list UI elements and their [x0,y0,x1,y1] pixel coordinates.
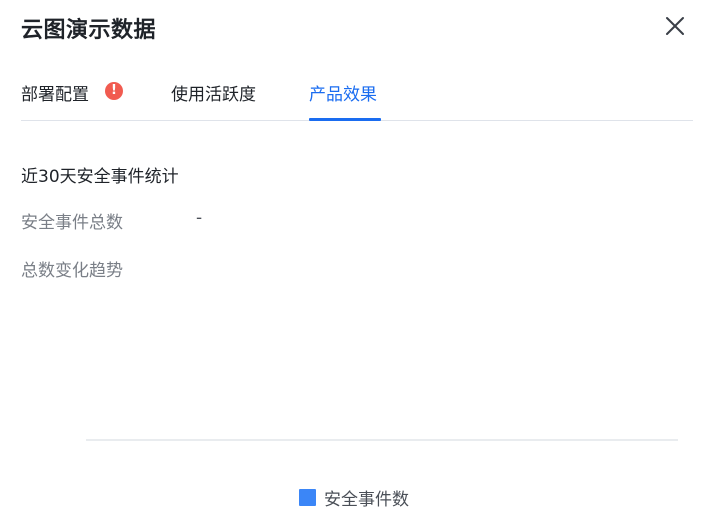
total-events-value: - [196,208,203,228]
total-events-label: 安全事件总数 [21,213,123,233]
tab-product-effect[interactable]: 产品效果 [309,80,377,105]
tab-label: 使用活跃度 [171,85,256,105]
trend-label: 总数变化趋势 [21,261,123,281]
legend-label: 安全事件数 [324,489,409,510]
tab-label: 产品效果 [309,85,377,105]
close-icon [666,17,684,35]
tab-usage-activity[interactable]: 使用活跃度 [171,80,256,105]
exclamation-icon: ! [105,82,123,100]
tab-label: 部署配置 [21,85,89,105]
trend-chart: 安全事件数 [0,290,712,513]
close-button[interactable] [662,14,688,40]
chart-legend[interactable]: 安全事件数 [299,486,409,510]
tab-bar: 部署配置 ! 使用活跃度 产品效果 [21,68,693,122]
chart-plot [86,439,678,441]
active-tab-indicator [309,118,381,121]
legend-swatch [299,488,316,506]
section-title: 近30天安全事件统计 [21,167,179,187]
tab-deployment-config[interactable]: 部署配置 [21,80,89,105]
dialog-title: 云图演示数据 [21,18,157,43]
